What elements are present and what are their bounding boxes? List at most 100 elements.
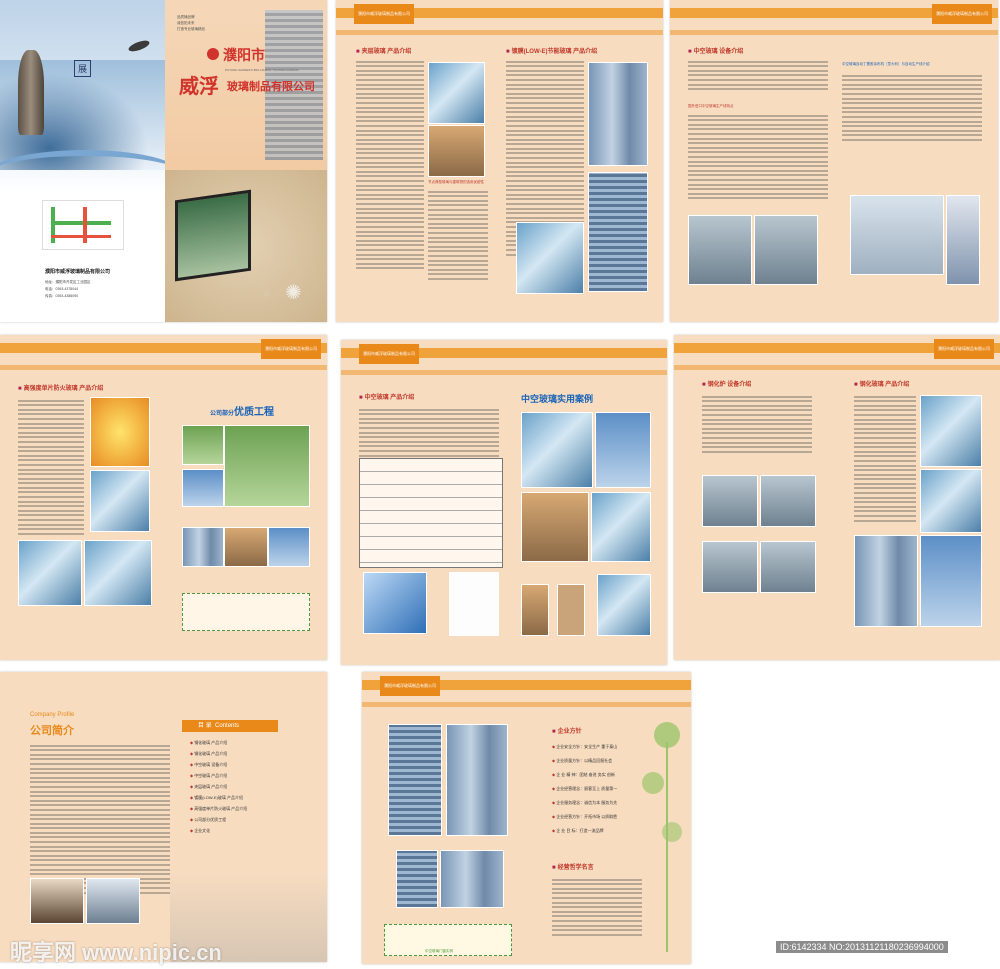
certificate-image — [449, 572, 499, 636]
body-text-tempered — [854, 393, 916, 524]
photo-case-1 — [521, 412, 593, 488]
photo-building-c — [396, 850, 438, 908]
body-text-middle — [428, 188, 488, 282]
policy-item: 企 业 精 神：团结 奋进 务实 创新 — [552, 772, 615, 778]
header-company-tag: 濮阳市威浮玻璃制品有限公司 — [359, 344, 419, 364]
photo-furnace-4 — [760, 541, 816, 593]
photo-project-3 — [182, 469, 224, 507]
projects-heading-big: 优质工程 — [234, 407, 275, 418]
page-culture: 濮阳市威浮玻璃制品有限公司 中空玻璃门窗实例 企业方针 企业安全方针：安全生产 … — [362, 672, 691, 964]
bottom-caption-box: 中空玻璃门窗实例 — [384, 924, 512, 956]
page-company-profile: Company Profile 公司简介 目 录 Contents 钢化玻璃 产… — [0, 672, 327, 962]
header-company-tag: 濮阳市威浮玻璃制品有限公司 — [932, 4, 992, 24]
cover-spread: 展 濮阳市威浮玻璃制品有限公司 地址：濮阳市开发区工业园区 电话：0393-43… — [0, 0, 327, 322]
page-insulating-equipment: 濮阳市威浮玻璃制品有限公司 中空玻璃 设备介绍 国外进口中空玻璃生产线特点 中空… — [670, 0, 998, 322]
back-tel: 电话：0393-4378044 — [45, 287, 79, 291]
photo-balcony — [428, 125, 485, 177]
toc-item: 中空玻璃 设备介绍 — [190, 762, 227, 768]
policy-item: 企 业 目 标：打造一流品牌 — [552, 828, 603, 834]
section-title-lowe: 镀膜(LOW-E)节能玻璃 产品介绍 — [506, 46, 598, 55]
projects-heading: 公司部分优质工程 — [210, 403, 274, 418]
cover-company-name: 玻璃制品有限公司 — [227, 81, 315, 93]
header-company-tag: 濮阳市威浮玻璃制品有限公司 — [354, 4, 414, 24]
profile-en-title: Company Profile — [30, 712, 75, 718]
toc-item: 镀膜(LOW-E)玻璃 产品介绍 — [190, 795, 243, 801]
section-title-laminated: 夹层玻璃 产品介绍 — [356, 46, 412, 55]
photo-building-b — [446, 724, 508, 836]
exhibit-seal: 展 — [74, 60, 92, 77]
photo-case-3 — [521, 492, 589, 562]
photo-glass-corner — [90, 470, 150, 532]
photo-furnace-1 — [702, 475, 758, 527]
policy-item: 企业质量方针：以精品回报社会 — [552, 758, 612, 764]
body-text-furnace — [702, 393, 812, 455]
photo-case-4 — [591, 492, 651, 562]
section-title-insulating: 中空玻璃 产品介绍 — [359, 392, 415, 401]
photo-tempered-1 — [920, 395, 982, 467]
back-fax: 传真：0393-4385090 — [45, 294, 79, 298]
seashell-icon: ✺ — [285, 282, 302, 304]
sub-title-line-features: 国外进口中空玻璃生产线特点 — [688, 104, 734, 108]
mid-caption: 节点典型玻璃与建筑物的选用优越性 — [428, 180, 484, 184]
body-text-butyl — [842, 72, 982, 144]
policy-item: 企业经营方针：开拓市场 以质取胜 — [552, 814, 617, 820]
page-header: 濮阳市威浮玻璃制品有限公司 — [341, 340, 667, 380]
photo-project-2 — [224, 425, 310, 507]
toc-item: 公司部分优质工程 — [190, 817, 226, 823]
photo-hall — [84, 540, 152, 606]
sub-title-butyl: 中空玻璃自动丁基胶涂布机（意大利）与自动生产线介绍 — [842, 62, 930, 66]
photo-case-2 — [595, 412, 651, 488]
photo-project-6 — [268, 527, 310, 567]
philosophy-title: 经营哲学名言 — [552, 862, 594, 871]
page-insulating-cases: 濮阳市威浮玻璃制品有限公司 中空玻璃 产品介绍 中空玻璃实用案例 — [341, 340, 667, 665]
photo-butyl-machine — [850, 195, 944, 275]
page-fireproof-projects: 濮阳市威浮玻璃制品有限公司 高强度单片防火玻璃 产品介绍 公司部分优质工程 — [0, 335, 327, 660]
cover-slogan-3: 打造专业玻璃精品 — [177, 27, 205, 31]
photo-project-4 — [182, 527, 224, 567]
photo-curtain-wall — [516, 222, 584, 294]
profile-body-text — [30, 742, 170, 896]
dandelion-decoration — [642, 712, 682, 952]
policy-item: 企业安全方针：安全生产 重于泰山 — [552, 744, 617, 750]
photo-tempered-3 — [854, 535, 918, 627]
bottom-caption: 中空玻璃门窗实例 — [425, 949, 453, 953]
projects-heading-small: 公司部分 — [210, 411, 235, 417]
photo-production-line-2 — [754, 215, 818, 285]
cases-title: 中空玻璃实用案例 — [521, 394, 594, 404]
photo-tempered-4 — [920, 535, 982, 627]
header-company-tag: 濮阳市威浮玻璃制品有限公司 — [380, 676, 440, 696]
toc-title-cn: 目 录 — [198, 723, 212, 729]
toc-item: 中空玻璃 产品介绍 — [190, 773, 227, 779]
company-logo-icon — [207, 48, 219, 60]
watermark-logo: 昵享网 www.nipic.cn — [10, 940, 222, 965]
page-header: 濮阳市威浮玻璃制品有限公司 — [362, 672, 691, 712]
rock-sculpture — [18, 50, 44, 135]
wave-swoosh — [0, 150, 180, 196]
section-title-fireproof: 高强度单片防火玻璃 产品介绍 — [18, 383, 104, 392]
photo-fire-glass — [90, 397, 150, 467]
watermark-id: ID:6142334 NO:20131121180236994000 — [776, 941, 948, 953]
photo-meeting-room — [30, 878, 84, 924]
photo-robot-arm — [946, 195, 980, 285]
photo-project-5 — [224, 527, 268, 567]
policy-item: 企业服务理念：诚信为本 服务为先 — [552, 800, 617, 806]
philosophy-text — [552, 876, 642, 938]
toc-item: 夹层玻璃 产品介绍 — [190, 784, 227, 790]
section-title-tempered: 钢化玻璃 产品介绍 — [854, 379, 910, 388]
photo-office — [86, 878, 140, 924]
cover-slogans: 品质铸品牌 诚信拓未来 打造专业玻璃精品 — [177, 14, 205, 32]
photo-production-line-1 — [688, 215, 752, 285]
photo-building-d — [440, 850, 504, 908]
body-text-laminated — [356, 58, 424, 272]
back-company-name: 濮阳市威浮玻璃制品有限公司 — [45, 269, 111, 275]
cover-pinyin: PUYANG SHIWEIFU BOLI ZHIPIN YOUXIAN GONG… — [225, 68, 299, 72]
header-company-tag: 濮阳市威浮玻璃制品有限公司 — [261, 339, 321, 359]
profile-cn-title: 公司简介 — [30, 725, 74, 737]
location-map — [42, 200, 124, 250]
photo-furnace-3 — [702, 541, 758, 593]
toc-title-en: Contents — [215, 723, 240, 729]
back-address: 地址：濮阳市开发区工业园区 — [45, 280, 91, 284]
toc-header: 目 录 Contents — [182, 720, 278, 732]
toc-item: 高强度单片防火玻璃 产品介绍 — [190, 806, 247, 812]
photo-window-2 — [557, 584, 585, 636]
